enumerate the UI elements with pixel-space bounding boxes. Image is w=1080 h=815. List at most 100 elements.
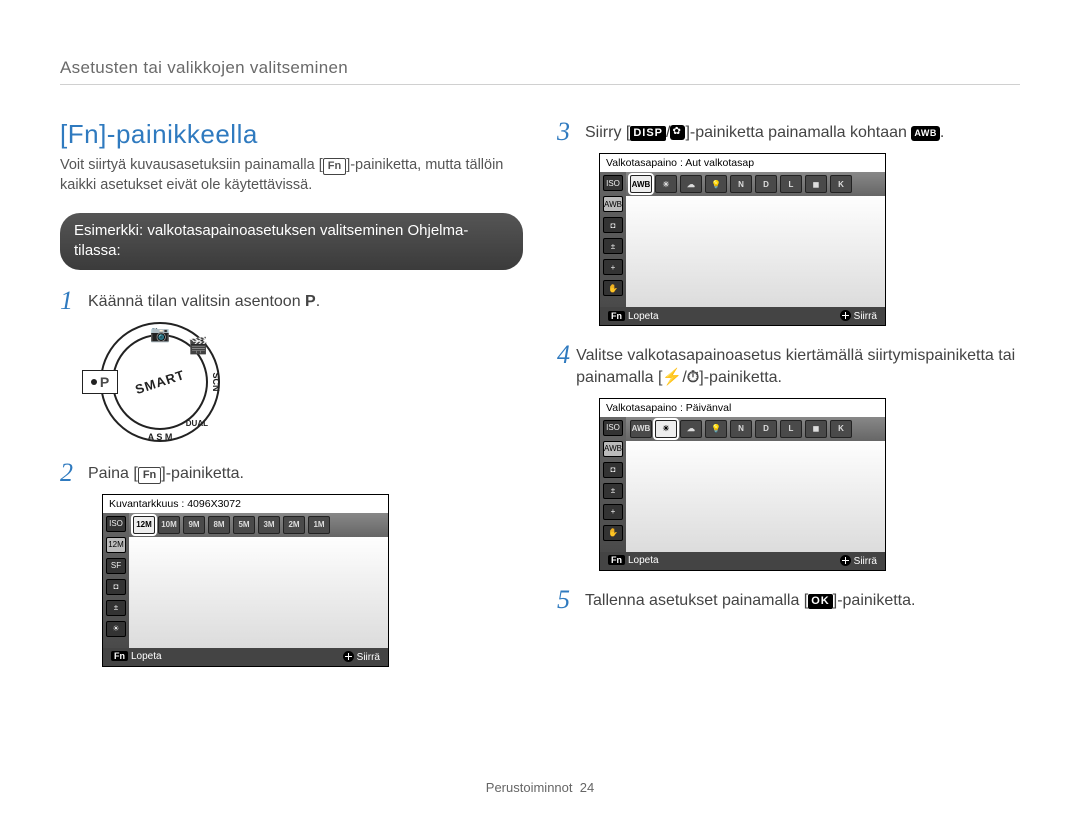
mode-dial-illustration: SMART P 📷 🎬 SCN DUAL A S M xyxy=(100,322,220,442)
lcd-side-icon: ± xyxy=(603,238,623,254)
lcd-option: 9M xyxy=(183,516,205,534)
footer-page-number: 24 xyxy=(580,780,594,795)
lcd-option: ☀ xyxy=(655,420,677,438)
lcd-footer: FnLopeta Siirrä xyxy=(103,648,388,666)
step-3: 3 Siirry [DISP/]-painiketta painamalla k… xyxy=(557,119,1020,145)
nav-cross-icon xyxy=(343,651,354,662)
lcd-side-icon: ◘ xyxy=(603,462,623,478)
lcd-option: 💡 xyxy=(705,420,727,438)
lcd-option-row: AWB ☀ ☁ 💡 N D L ◼ K xyxy=(626,172,885,196)
lcd-side-icon: ✋ xyxy=(603,280,623,296)
step3-mid: ]-painiketta painamalla kohtaan xyxy=(685,124,911,141)
step-number: 2 xyxy=(60,460,88,486)
lcd-footer-left: Lopeta xyxy=(628,555,659,566)
lcd-option: K xyxy=(830,420,852,438)
step3-suffix: . xyxy=(940,124,944,141)
macro-icon xyxy=(670,125,685,140)
intro-text: Voit siirtyä kuvausasetuksiin painamalla… xyxy=(60,156,523,195)
lcd-footer-right: Siirrä xyxy=(357,652,380,663)
lcd-option: N xyxy=(730,420,752,438)
lcd-option: ☀ xyxy=(655,175,677,193)
lcd-option: D xyxy=(755,420,777,438)
step3-prefix: Siirry [ xyxy=(585,124,630,141)
nav-cross-icon xyxy=(840,310,851,321)
dial-icon: 🎬 xyxy=(188,336,208,356)
lcd-option: 2M xyxy=(283,516,305,534)
dial-icon: 📷 xyxy=(150,324,170,344)
step-1: 1 Käännä tilan valitsin asentoon P. xyxy=(60,288,523,314)
section-title: [Fn]-painikkeella xyxy=(60,119,523,150)
lcd-side-icon: ISO xyxy=(603,175,623,191)
lcd-option: ◼ xyxy=(805,420,827,438)
step-4: 4 Valitse valkotasapainoasetus kiertämäl… xyxy=(557,342,1020,390)
step-number: 3 xyxy=(557,119,585,145)
timer-icon xyxy=(687,369,699,386)
lcd-option: ☁ xyxy=(680,420,702,438)
step2-suffix: ]-painiketta. xyxy=(161,465,244,482)
fn-badge-icon: Fn xyxy=(608,555,625,565)
lcd-option: 10M xyxy=(158,516,180,534)
step-5: 5 Tallenna asetukset painamalla [OK]-pai… xyxy=(557,587,1020,613)
step-text: Käännä tilan valitsin asentoon P. xyxy=(88,288,320,313)
lcd-option: L xyxy=(780,175,802,193)
lcd-side-icon: 12M xyxy=(106,537,126,553)
lcd-option: 💡 xyxy=(705,175,727,193)
lcd-option: 12M xyxy=(133,516,155,534)
lcd-option-row: AWB ☀ ☁ 💡 N D L ◼ K xyxy=(626,417,885,441)
lcd-side-icon: SF xyxy=(106,558,126,574)
lcd-side-icon: AWB xyxy=(603,196,623,212)
lcd-footer-left: Lopeta xyxy=(628,311,659,322)
fn-badge-icon: Fn xyxy=(111,651,128,661)
step4-suffix: ]-painiketta. xyxy=(699,369,782,386)
ok-icon: OK xyxy=(808,594,833,609)
lcd-option: AWB xyxy=(630,420,652,438)
lcd-option: ◼ xyxy=(805,175,827,193)
step1-prefix: Käännä tilan valitsin asentoon xyxy=(88,293,305,310)
step4-prefix: Valitse valkotasapainoasetus kiertämällä… xyxy=(576,347,1015,386)
awb-icon: AWB xyxy=(911,126,940,141)
step-number: 5 xyxy=(557,587,585,613)
lcd-side-icon: ◘ xyxy=(106,579,126,595)
fn-icon: Fn xyxy=(323,158,346,175)
lcd-option-row: 12M 10M 9M 8M 5M 3M 2M 1M xyxy=(129,513,388,537)
lcd-footer-right: Siirrä xyxy=(854,311,877,322)
step-text: Tallenna asetukset painamalla [OK]-paini… xyxy=(585,587,915,612)
lcd-header: Kuvantarkkuus : 4096X3072 xyxy=(103,495,388,513)
page-header: Asetusten tai valikkojen valitseminen xyxy=(60,58,1020,78)
lcd-side-icon: AWB xyxy=(603,441,623,457)
fn-badge-icon: Fn xyxy=(608,311,625,321)
step-text: Valitse valkotasapainoasetus kiertämällä… xyxy=(576,342,1020,390)
lcd-sidebar: ISO 12M SF ◘ ± ☀ xyxy=(103,513,129,648)
dial-icon: SCN xyxy=(211,372,221,391)
lcd-option: ☁ xyxy=(680,175,702,193)
lcd-option: 3M xyxy=(258,516,280,534)
disp-icon: DISP xyxy=(630,126,666,141)
lcd-option: N xyxy=(730,175,752,193)
lcd-header: Valkotasapaino : Päivänval xyxy=(600,399,885,417)
lcd-option: 1M xyxy=(308,516,330,534)
dial-p-indicator: P xyxy=(82,370,118,394)
header-divider xyxy=(60,84,1020,85)
mode-p-icon: P xyxy=(305,293,316,310)
lcd-side-icon: ± xyxy=(106,600,126,616)
lcd-option: 5M xyxy=(233,516,255,534)
lcd-side-icon: ◘ xyxy=(603,217,623,233)
step-text: Paina [Fn]-painiketta. xyxy=(88,460,244,485)
lcd-side-icon: + xyxy=(603,504,623,520)
lcd-footer: FnLopeta Siirrä xyxy=(600,552,885,570)
step-number: 1 xyxy=(60,288,88,314)
lcd-option: 8M xyxy=(208,516,230,534)
lcd-footer: FnLopeta Siirrä xyxy=(600,307,885,325)
lcd-side-icon: ISO xyxy=(603,420,623,436)
lcd-footer-left: Lopeta xyxy=(131,651,162,662)
page-footer: Perustoiminnot 24 xyxy=(0,780,1080,795)
step5-prefix: Tallenna asetukset painamalla [ xyxy=(585,592,808,609)
example-callout: Esimerkki: valkotasapainoasetuksen valit… xyxy=(60,213,523,270)
lcd-side-icon: ✋ xyxy=(603,525,623,541)
lcd-sidebar: ISO AWB ◘ ± + ✋ xyxy=(600,417,626,552)
step2-prefix: Paina [ xyxy=(88,465,138,482)
lcd-side-icon: + xyxy=(603,259,623,275)
lcd-sidebar: ISO AWB ◘ ± + ✋ xyxy=(600,172,626,307)
step1-suffix: . xyxy=(316,293,320,310)
step-text: Siirry [DISP/]-painiketta painamalla koh… xyxy=(585,119,944,144)
